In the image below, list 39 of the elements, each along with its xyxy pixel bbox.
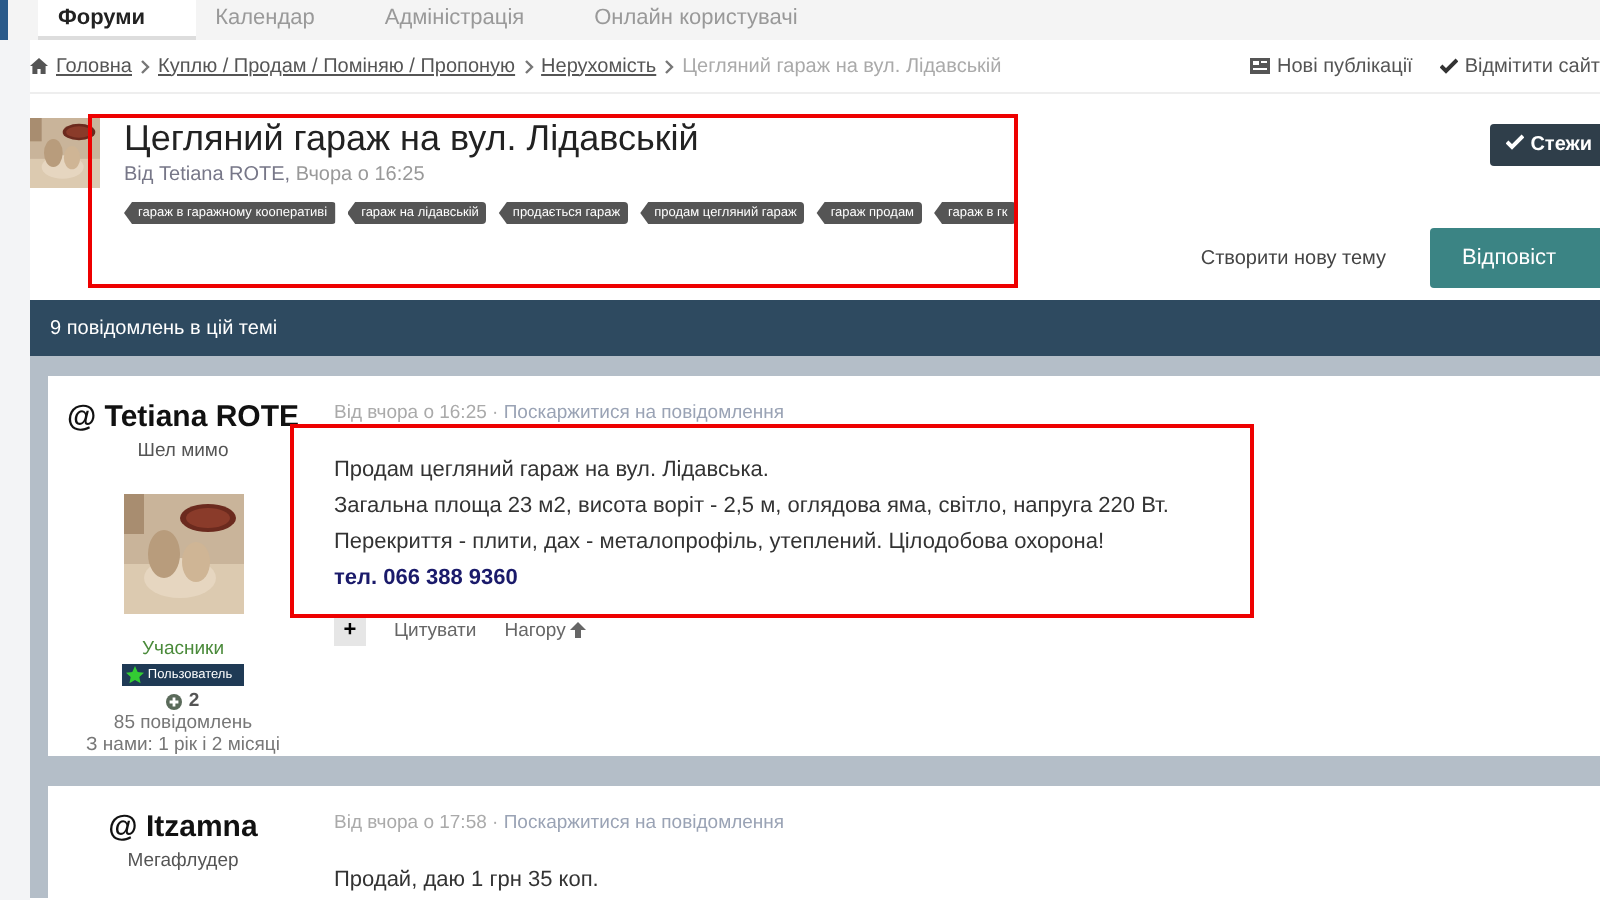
check-icon — [1440, 58, 1459, 74]
mark-read-link[interactable]: Відмітити сайт — [1464, 55, 1600, 77]
reply-button[interactable]: Відповіст — [1430, 228, 1600, 288]
topic-title: Цегляний гараж на вул. Лідавській — [124, 118, 701, 160]
create-topic-link[interactable]: Створити нову тему — [1200, 247, 1386, 269]
breadcrumb-current: Цегляний гараж на вул. Лідавській — [682, 55, 1002, 77]
chevron-icon — [523, 59, 534, 73]
top-link[interactable]: Нагору — [504, 619, 566, 641]
breadcrumb-link[interactable]: Нерухомість — [541, 55, 657, 77]
phone-number: тел. 066 388 9360 — [334, 564, 520, 594]
author-rank: Шел мимо — [137, 440, 229, 462]
breadcrumb-link[interactable]: Куплю / Продам / Поміняю / Пропоную — [158, 55, 516, 77]
member-since: З нами: 1 рік і 2 місяці — [86, 734, 280, 756]
post-count: 85 повідомлень — [113, 712, 253, 734]
check-icon — [1506, 134, 1525, 150]
new-posts-link[interactable]: Нові публікації — [1276, 55, 1413, 77]
post-meta: Від вчора о 16:25 · Поскаржитися на повідомлення — [334, 402, 787, 424]
quote-link[interactable]: Цитувати — [394, 619, 477, 641]
home-icon — [30, 58, 48, 74]
author-name[interactable]: @ Itzamna — [108, 810, 258, 844]
post-meta: Від вчора о 17:58 · Поскаржитися на повідомлення — [334, 812, 787, 834]
topic-author: Від Tetiana ROTE, Вчора о 16:25 — [124, 164, 427, 186]
author-group: Учасники — [141, 638, 225, 660]
follow-button[interactable]: Стежи — [1490, 124, 1600, 166]
nav-tab[interactable]: Форуми — [38, 0, 196, 40]
chevron-icon — [140, 59, 150, 73]
newspaper-icon — [1250, 58, 1271, 74]
reputation-count: 2 — [188, 690, 200, 712]
post-text: Продай, даю 1 грн 35 коп. — [334, 866, 601, 896]
chevron-icon — [664, 59, 675, 73]
breadcrumb-link[interactable]: Головна — [56, 55, 132, 77]
author-name[interactable]: @ Tetiana ROTE — [66, 400, 300, 434]
post-text: Загальна площа 23 м2, висота воріт - 2,5 м, оглядова яма, світло, напруга 220 Вт. — [334, 492, 1171, 522]
post-text: Перекриття - плити, дах - металопрофіль, утеплений. Цілодобова охорона! — [334, 528, 1107, 558]
up-arrow-icon — [569, 622, 586, 638]
post-text: Продам цегляний гараж на вул. Лідавська. — [334, 456, 771, 486]
author-rank: Мегафлудер — [127, 850, 239, 872]
thread-header: 9 повідомлень в цій темі — [30, 300, 1600, 356]
plus-circle-icon — [166, 693, 183, 709]
